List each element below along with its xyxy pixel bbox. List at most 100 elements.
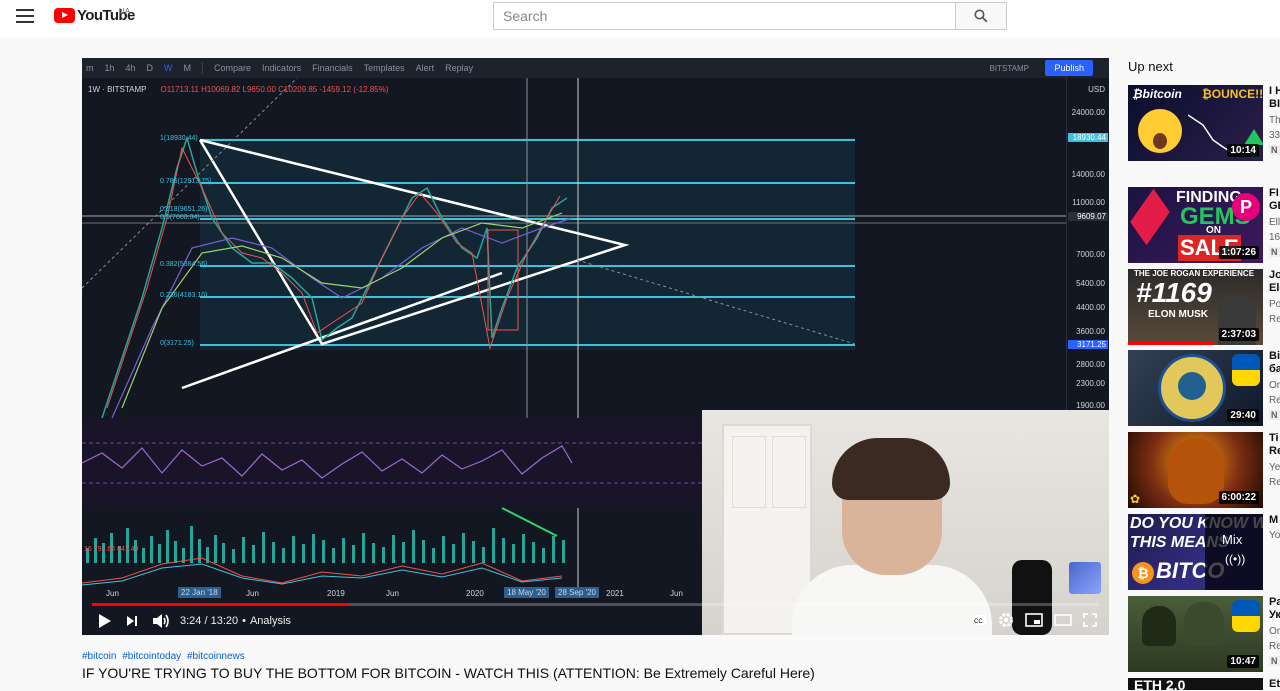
price-label: 2800.00 bbox=[1076, 360, 1105, 369]
search-input[interactable]: Search bbox=[493, 2, 955, 30]
recommended-video[interactable]: 10:47 Ра Ук Or Re N bbox=[1128, 596, 1280, 672]
new-badge: N bbox=[1269, 145, 1280, 155]
miniplayer-button[interactable] bbox=[1025, 613, 1043, 627]
recommended-video[interactable]: ETH 2.0 Et bbox=[1128, 678, 1280, 690]
search-button[interactable] bbox=[955, 2, 1007, 30]
channel-name[interactable]: Th bbox=[1269, 115, 1280, 126]
video-thumbnail[interactable]: THE JOE ROGAN EXPERIENCE #1169 ELON MUSK… bbox=[1128, 269, 1263, 345]
video-title-link[interactable]: FIGE bbox=[1269, 187, 1280, 213]
channel-watermark[interactable] bbox=[1069, 562, 1101, 594]
play-button[interactable] bbox=[98, 613, 112, 629]
video-views: Re bbox=[1269, 641, 1280, 652]
video-title-link[interactable]: Bi ба bbox=[1269, 350, 1280, 376]
tv-tool: Financials bbox=[312, 63, 353, 73]
video-thumbnail[interactable]: 10:47 bbox=[1128, 596, 1263, 672]
fib-label: 1(18930.44) bbox=[160, 135, 198, 142]
miniplayer-icon bbox=[1025, 613, 1043, 627]
time-display: 3:24 / 13:20 bbox=[180, 614, 239, 627]
recommended-video[interactable]: ✿ 6:00:22 TiRe Ye Re bbox=[1128, 432, 1280, 508]
channel-name[interactable]: Ell bbox=[1269, 217, 1280, 228]
video-thumbnail[interactable]: ETH 2.0 bbox=[1128, 678, 1263, 690]
video-thumbnail[interactable]: 29:40 bbox=[1128, 350, 1263, 426]
price-tag: 3171.25 bbox=[1068, 340, 1108, 349]
mix-broadcast-icon: ((•)) bbox=[1225, 552, 1246, 566]
time-label: Jun bbox=[246, 589, 259, 598]
hashtag-link[interactable]: #bitcointoday bbox=[122, 651, 181, 662]
time-label: Jun bbox=[670, 589, 683, 598]
video-title: IF YOU'RE TRYING TO BUY THE BOTTOM FOR B… bbox=[82, 665, 815, 681]
fib-label: 0.618(9651.26) bbox=[160, 206, 208, 213]
recommended-video[interactable]: 29:40 Bi ба Or Re N bbox=[1128, 350, 1280, 426]
video-views: 33 bbox=[1269, 130, 1280, 141]
price-axis: USD 24000.00 18930.44 14000.00 11000.00 … bbox=[1066, 78, 1109, 423]
recommended-video[interactable]: THE JOE ROGAN EXPERIENCE #1169 ELON MUSK… bbox=[1128, 269, 1280, 345]
menu-icon[interactable] bbox=[16, 9, 34, 23]
fullscreen-button[interactable] bbox=[1083, 613, 1097, 627]
video-title-link[interactable]: Et bbox=[1269, 678, 1280, 691]
tradingview-toolbar: m 1h 4h D W M Compare Indicators Financi… bbox=[82, 58, 1109, 78]
channel-name[interactable]: Po bbox=[1269, 299, 1280, 310]
tv-exchange: BITSTAMP bbox=[989, 63, 1029, 73]
channel-name[interactable]: Yo bbox=[1269, 530, 1280, 541]
theater-mode-button[interactable] bbox=[1054, 614, 1072, 626]
channel-name[interactable]: Or bbox=[1269, 626, 1280, 637]
video-duration: 29:40 bbox=[1227, 409, 1259, 422]
video-thumbnail[interactable]: ₿bitcoin ₿OUNCE!! 10:14 bbox=[1128, 85, 1263, 161]
new-badge: N bbox=[1269, 247, 1280, 257]
price-label: 1900.00 bbox=[1076, 401, 1105, 410]
price-label: 11000.00 bbox=[1072, 198, 1105, 207]
price-label: 14000.00 bbox=[1071, 170, 1105, 179]
volume-button[interactable] bbox=[152, 613, 170, 629]
video-title-link[interactable]: I H BI bbox=[1269, 85, 1280, 111]
price-label: 4400.00 bbox=[1076, 303, 1105, 312]
tv-tool: 1h bbox=[104, 63, 115, 73]
video-player[interactable]: m 1h 4h D W M Compare Indicators Financi… bbox=[82, 58, 1109, 635]
price-tag: 18930.44 bbox=[1068, 133, 1108, 142]
recommended-video[interactable]: FINDING GEMS ON SALE P 1:07:26 FIGE Ell … bbox=[1128, 187, 1280, 263]
hashtag-link[interactable]: #bitcoinnews bbox=[187, 651, 245, 662]
masthead: YouTube UA Search bbox=[0, 0, 1280, 38]
play-icon bbox=[99, 613, 111, 628]
mix-thumbnail[interactable]: DO YOU KNOW WHATTHIS MEANS ₿ BITCO Mix (… bbox=[1128, 514, 1263, 590]
youtube-play-icon bbox=[54, 8, 75, 23]
captions-button[interactable]: CC bbox=[971, 614, 987, 626]
tv-tool: Indicators bbox=[262, 63, 302, 73]
recommended-mix[interactable]: DO YOU KNOW WHATTHIS MEANS ₿ BITCO Mix (… bbox=[1128, 514, 1280, 590]
channel-name[interactable]: Or bbox=[1269, 380, 1280, 391]
person-hair bbox=[832, 438, 950, 500]
video-title-link[interactable]: M bbox=[1269, 514, 1280, 527]
video-duration: 1:07:26 bbox=[1218, 246, 1259, 259]
search-icon bbox=[974, 9, 988, 23]
mix-label: Mix bbox=[1222, 532, 1243, 547]
hashtag-link[interactable]: #bitcoin bbox=[82, 651, 116, 662]
video-title-link[interactable]: Ра Ук bbox=[1269, 596, 1280, 622]
video-views: Re bbox=[1269, 314, 1280, 325]
video-duration: 6:00:22 bbox=[1218, 491, 1259, 504]
next-icon bbox=[127, 615, 137, 626]
channel-name[interactable]: Ye bbox=[1269, 462, 1280, 473]
price-label: 7000.00 bbox=[1076, 250, 1105, 259]
volume-icon bbox=[153, 613, 169, 628]
video-thumbnail[interactable]: FINDING GEMS ON SALE P 1:07:26 bbox=[1128, 187, 1263, 263]
thumbnail-caption: ETH 2.0 bbox=[1134, 678, 1186, 690]
video-views: 16 bbox=[1269, 232, 1280, 243]
fib-label: 0.236(4183.10) bbox=[160, 292, 208, 299]
video-title-link[interactable]: TiRe bbox=[1269, 432, 1280, 458]
settings-button[interactable] bbox=[998, 612, 1014, 628]
tv-tool: Templates bbox=[363, 63, 405, 73]
gear-icon bbox=[999, 613, 1013, 627]
search-bar: Search bbox=[493, 2, 1007, 30]
time-tag: 28 Sep '20 bbox=[555, 587, 600, 598]
svg-text:CC: CC bbox=[974, 619, 983, 625]
fib-labels: 1(18930.44) 0.786(12913.75) 0.618(9651.2… bbox=[160, 78, 211, 378]
player-controls: 3:24 / 13:20 • Analysis CC bbox=[82, 606, 1109, 635]
tv-tool: 4h bbox=[125, 63, 136, 73]
video-title-link[interactable]: JoEle bbox=[1269, 269, 1280, 295]
recommended-video[interactable]: ₿bitcoin ₿OUNCE!! 10:14 I H BI Th 33 N bbox=[1128, 85, 1280, 161]
time-label: Jun bbox=[106, 589, 119, 598]
next-button[interactable] bbox=[126, 615, 138, 627]
volume-bars bbox=[86, 526, 565, 563]
video-thumbnail[interactable]: ✿ 6:00:22 bbox=[1128, 432, 1263, 508]
chapter-title[interactable]: Analysis bbox=[250, 615, 291, 627]
time-label: 2020 bbox=[466, 589, 484, 598]
